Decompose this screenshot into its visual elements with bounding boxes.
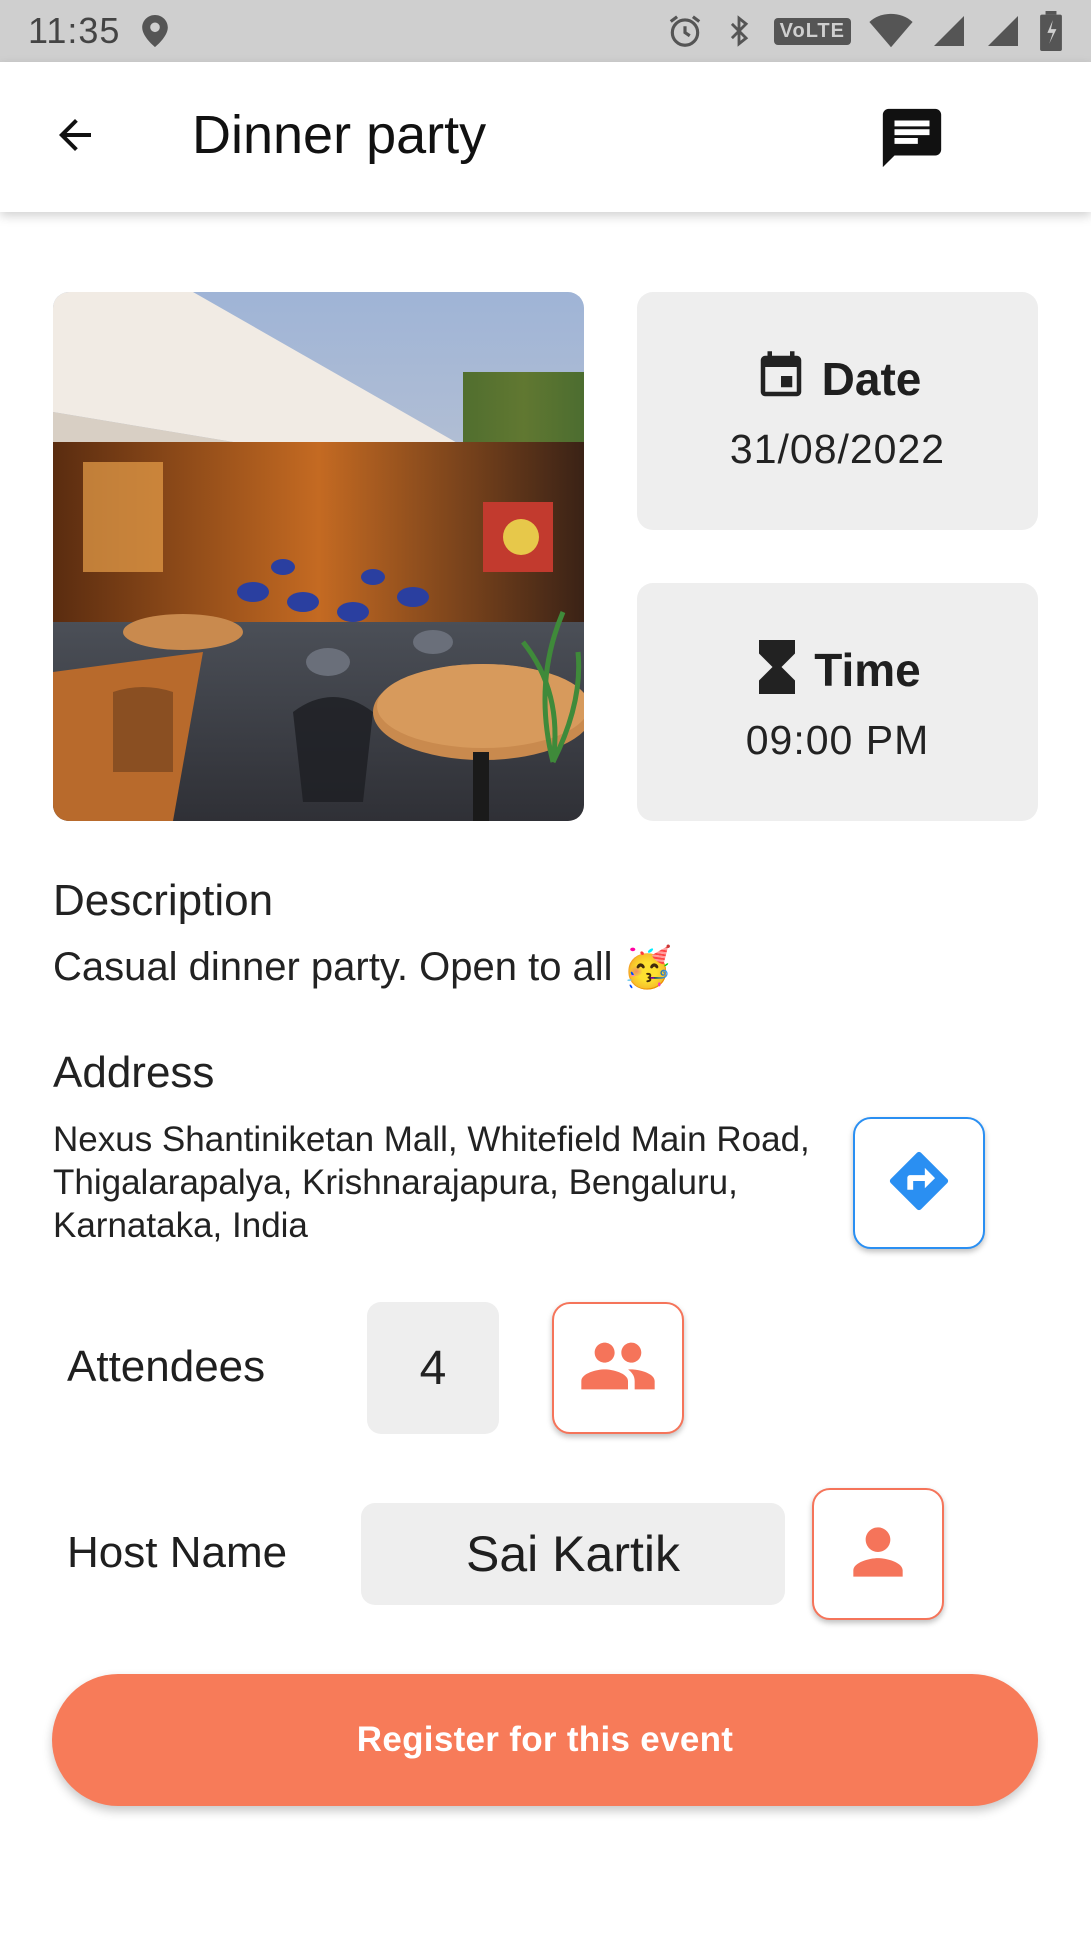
arrow-back-icon xyxy=(51,111,99,164)
person-icon xyxy=(841,1515,915,1594)
app-bar: Dinner party xyxy=(0,62,1091,212)
date-value: 31/08/2022 xyxy=(729,426,946,472)
time-tile: Time 09:00 PM xyxy=(637,583,1038,821)
status-icons: VoLTE xyxy=(666,11,1063,51)
attendees-count: 4 xyxy=(367,1302,499,1434)
battery-icon xyxy=(1039,11,1063,51)
attendees-label: Attendees xyxy=(67,1342,266,1391)
attendees-button[interactable] xyxy=(552,1302,684,1434)
volte-badge: VoLTE xyxy=(773,17,851,45)
date-label: Date xyxy=(821,352,922,405)
date-tile: Date 31/08/2022 xyxy=(637,292,1038,530)
signal-roaming-icon xyxy=(931,13,967,49)
bluetooth-icon xyxy=(722,12,756,50)
chat-icon xyxy=(877,103,947,178)
event-image xyxy=(53,292,584,821)
wifi-icon xyxy=(869,13,913,49)
host-label: Host Name xyxy=(67,1528,288,1577)
time-label: Time xyxy=(814,643,921,696)
group-icon xyxy=(578,1326,658,1411)
location-icon xyxy=(142,15,169,47)
directions-button[interactable] xyxy=(853,1117,985,1249)
description-body: Casual dinner party. Open to all xyxy=(53,945,613,989)
alarm-icon xyxy=(666,12,704,50)
chat-button[interactable] xyxy=(872,100,952,180)
calendar-icon xyxy=(754,349,808,408)
directions-icon xyxy=(884,1146,954,1221)
signal-icon xyxy=(985,13,1021,49)
back-button[interactable] xyxy=(46,108,104,166)
address-text: Nexus Shantiniketan Mall, Whitefield Mai… xyxy=(53,1120,810,1245)
host-profile-button[interactable] xyxy=(812,1488,944,1620)
hourglass-icon xyxy=(754,640,800,699)
register-button[interactable]: Register for this event xyxy=(52,1674,1038,1806)
page-title: Dinner party xyxy=(192,105,487,165)
status-bar: 11:35 VoLTE xyxy=(0,0,1091,62)
status-time: 11:35 xyxy=(28,10,121,51)
description-text: Casual dinner party. Open to all 🥳 xyxy=(53,944,672,991)
description-heading: Description xyxy=(53,876,274,925)
time-value: 09:00 PM xyxy=(745,717,930,763)
address-heading: Address xyxy=(53,1048,215,1097)
host-name: Sai Kartik xyxy=(361,1503,785,1605)
party-emoji-icon: 🥳 xyxy=(622,946,673,990)
